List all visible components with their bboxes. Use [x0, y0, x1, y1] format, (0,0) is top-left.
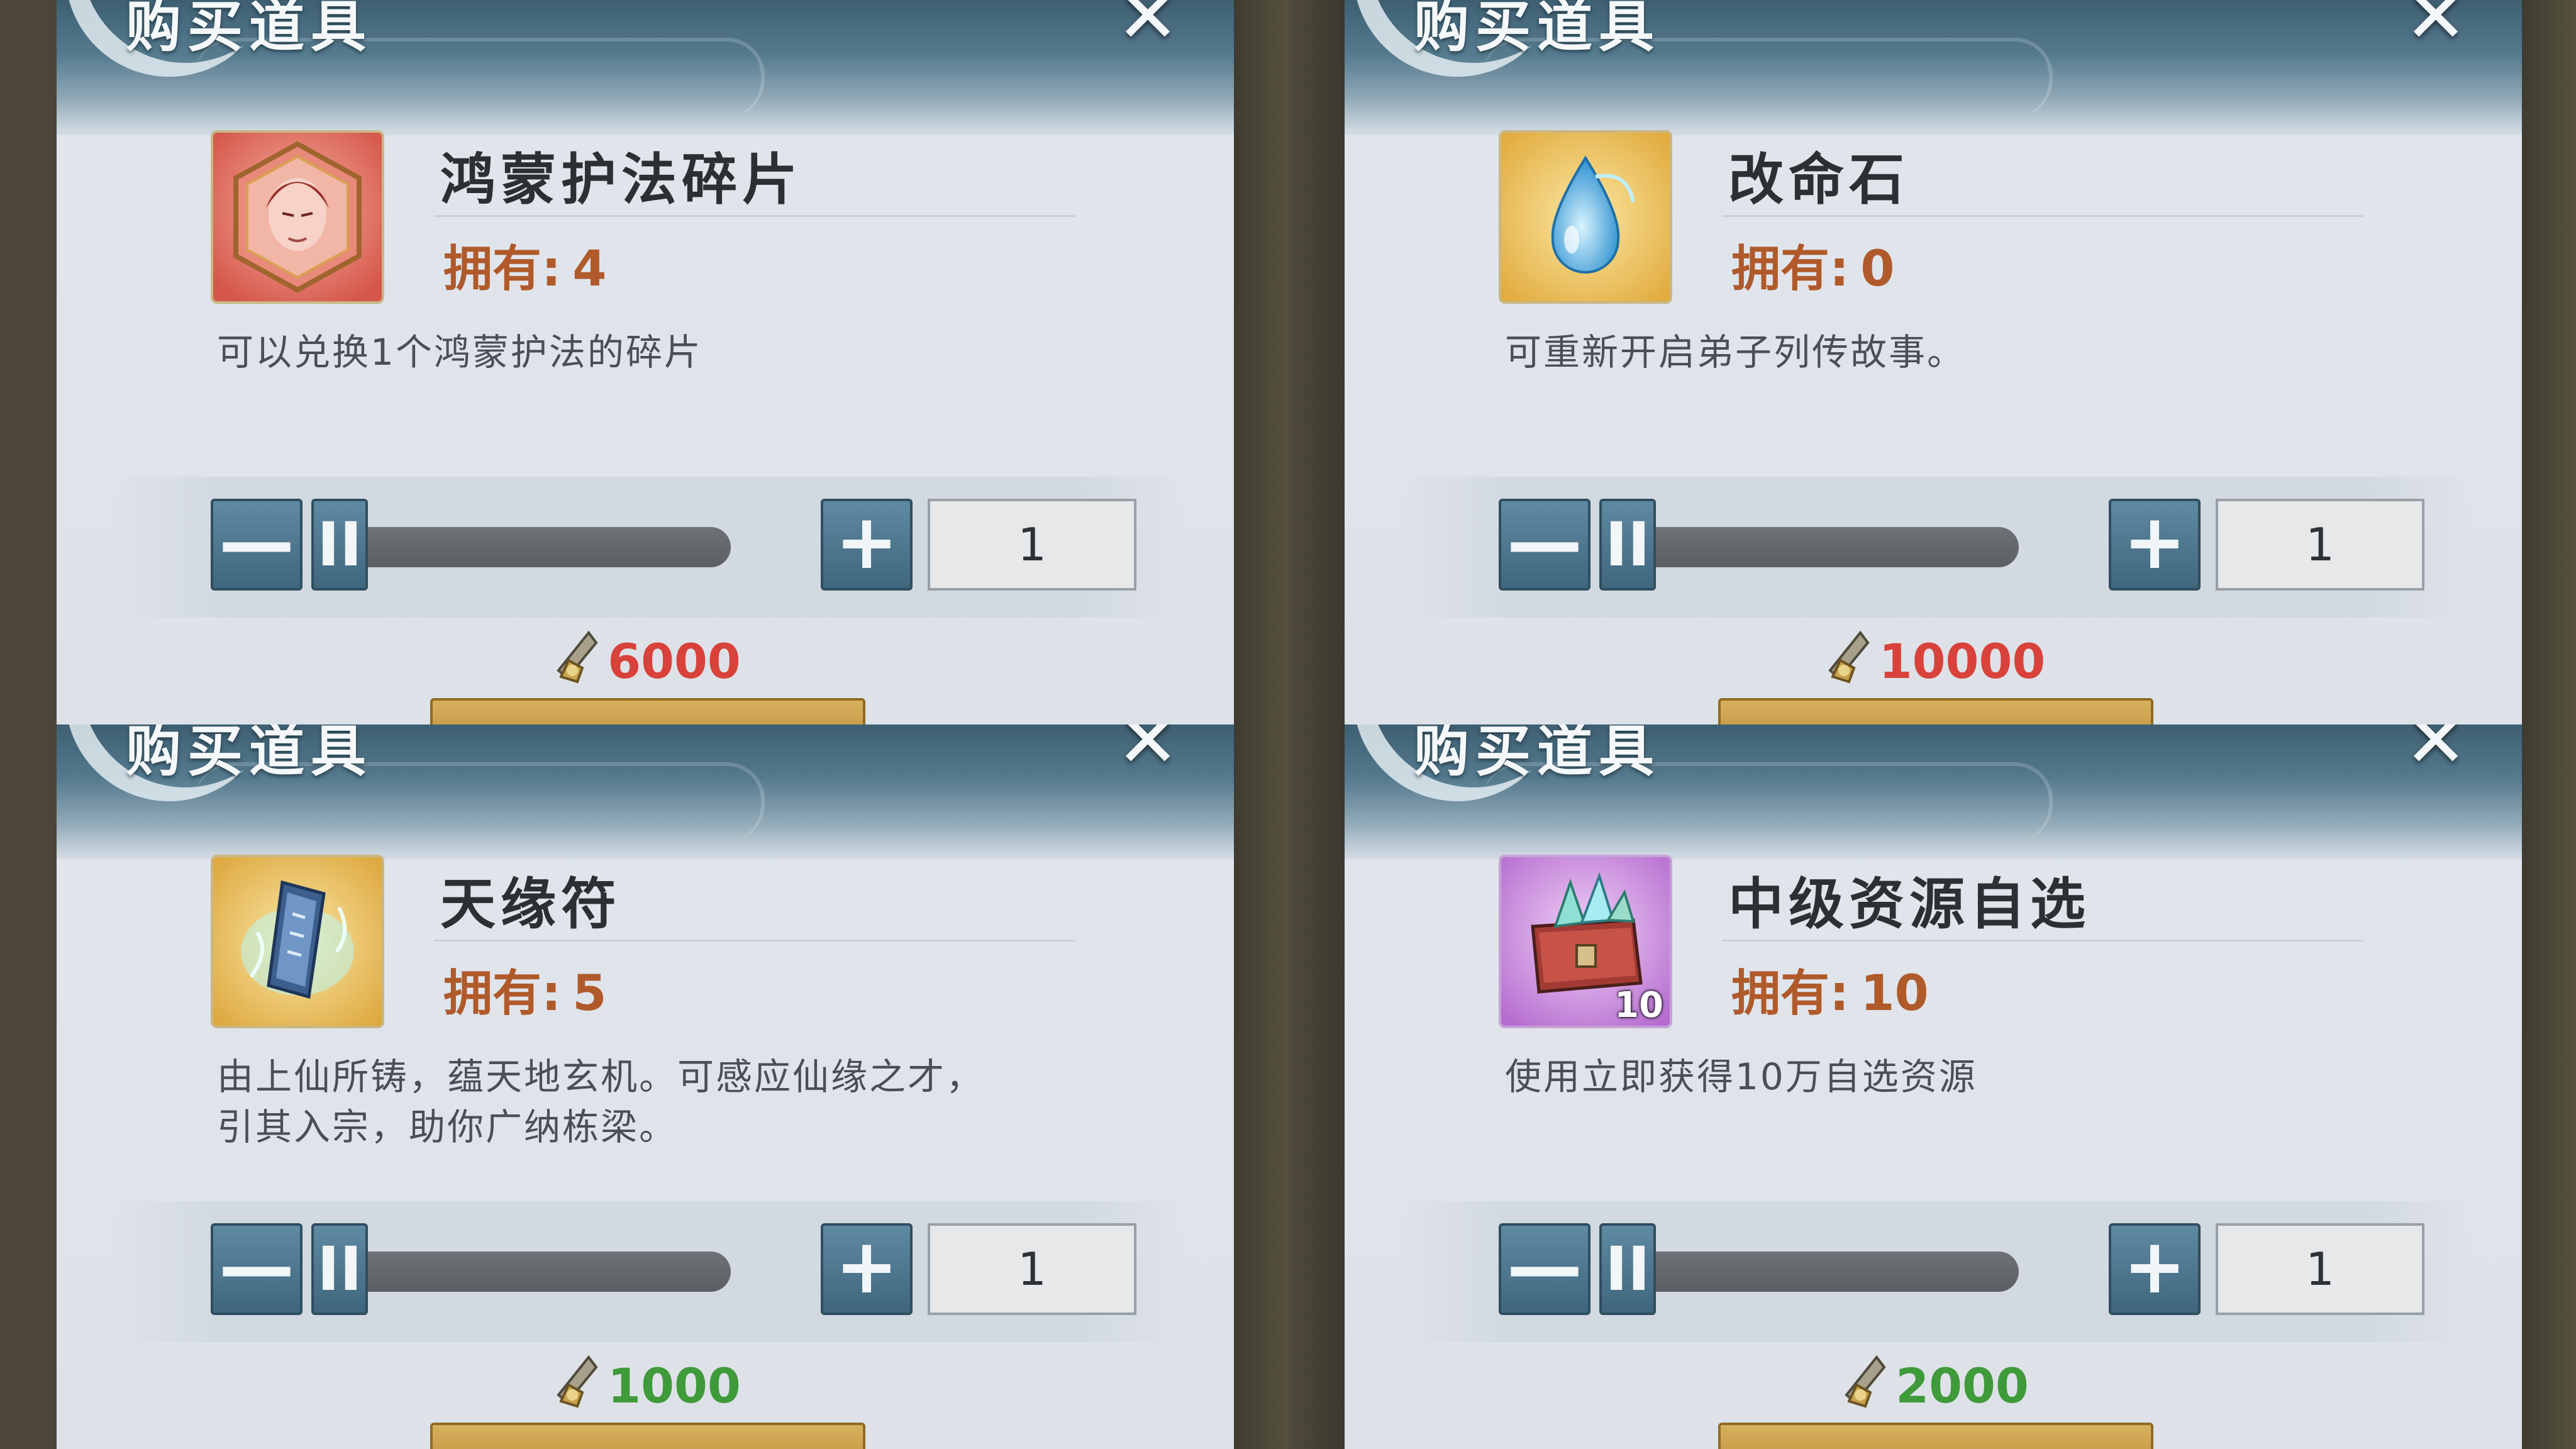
owned-count-row: 拥有: 10: [1731, 954, 1929, 1024]
quantity-selector: — II + 1: [1401, 1201, 2470, 1342]
owned-count: 0: [1860, 241, 1895, 297]
purchase-dialog-3: 购买道具 ✕ 天缘符 拥有: 5 由上仙所铸，蕴天地玄机。可感应仙缘之才， 引其…: [0, 724, 1288, 1449]
item-count-badge: 10: [1614, 985, 1663, 1026]
close-icon[interactable]: ✕: [2389, 724, 2483, 782]
quantity-slider-track[interactable]: [316, 527, 731, 567]
owned-count-row: 拥有: 0: [1731, 230, 1894, 300]
quantity-input[interactable]: 1: [928, 499, 1136, 591]
spirit-stone-coin-icon: [1838, 1353, 1888, 1425]
close-icon[interactable]: ✕: [1101, 0, 1195, 58]
quantity-selector: — II + 1: [113, 1201, 1182, 1342]
decrease-button[interactable]: —: [211, 1223, 303, 1315]
owned-label: 拥有:: [1731, 965, 1850, 1022]
dialog-header: 购买道具: [57, 0, 1234, 135]
item-description: 使用立即获得10万自选资源: [1505, 1055, 1977, 1098]
owned-label: 拥有:: [443, 965, 562, 1022]
item-name: 鸿蒙护法碎片: [440, 147, 803, 212]
dialog-title: 购买道具: [1414, 0, 1661, 59]
increase-button[interactable]: +: [821, 499, 913, 591]
price-value: 6000: [608, 633, 741, 689]
quantity-input[interactable]: 1: [2216, 499, 2424, 591]
quantity-slider-handle[interactable]: II: [311, 499, 368, 591]
divider: [1722, 940, 2363, 941]
purchase-dialog-1: 购买道具 ✕ 鸿蒙护法碎片 拥有: 4 可以兑换1个鸿蒙护法的碎片 — II +…: [0, 0, 1288, 724]
owned-count: 4: [572, 241, 607, 297]
close-icon[interactable]: ✕: [2389, 0, 2483, 58]
dialog-title: 购买道具: [126, 0, 373, 59]
increase-button[interactable]: +: [821, 1223, 913, 1315]
item-description: 由上仙所铸，蕴天地玄机。可感应仙缘之才， 引其入宗，助你广纳栋梁。: [217, 1052, 1097, 1152]
item-description: 可重新开启弟子列传故事。: [1505, 331, 1966, 374]
quantity-slider-handle[interactable]: II: [311, 1223, 368, 1315]
owned-count-row: 拥有: 5: [443, 954, 606, 1024]
spirit-stone-coin-icon: [550, 629, 600, 701]
decrease-button[interactable]: —: [1499, 499, 1591, 591]
guardian-portrait-icon: [211, 130, 384, 304]
price-value: 10000: [1879, 633, 2046, 689]
quantity-slider-handle[interactable]: II: [1599, 1223, 1656, 1315]
dialog-header: 购买道具: [1345, 0, 2522, 135]
item-name: 改命石: [1728, 147, 1910, 212]
price-row: 6000: [57, 629, 1234, 701]
buy-button[interactable]: [1718, 698, 2153, 724]
item-name: 中级资源自选: [1728, 872, 2091, 936]
quantity-input[interactable]: 1: [2216, 1223, 2424, 1315]
item-description: 可以兑换1个鸿蒙护法的碎片: [217, 331, 702, 374]
increase-button[interactable]: +: [2109, 1223, 2201, 1315]
decrease-button[interactable]: —: [1499, 1223, 1591, 1315]
owned-label: 拥有:: [443, 241, 562, 297]
owned-count: 10: [1860, 965, 1929, 1022]
price-value: 2000: [1896, 1358, 2029, 1414]
divider: [434, 215, 1075, 217]
decrease-button[interactable]: —: [211, 499, 303, 591]
dialog-panel: 购买道具 ✕ 10 中级资源自选 拥有: 10 使用立即获得10万自选资源 — …: [1345, 724, 2522, 1449]
purchase-dialog-2: 购买道具 ✕ 改命石 拥有: 0 可重新开启弟子列传故事。 — II + 1 1…: [1288, 0, 2576, 724]
dialog-panel: 购买道具 ✕ 天缘符 拥有: 5 由上仙所铸，蕴天地玄机。可感应仙缘之才， 引其…: [57, 724, 1234, 1449]
description-line: 引其入宗，助你广纳栋梁。: [217, 1106, 678, 1148]
item-name: 天缘符: [440, 872, 622, 936]
buy-button[interactable]: [430, 698, 865, 724]
price-row: 2000: [1345, 1353, 2522, 1425]
divider: [434, 940, 1075, 941]
treasure-chest-icon: 10: [1499, 855, 1672, 1028]
owned-count-row: 拥有: 4: [443, 230, 606, 300]
price-row: 10000: [1345, 629, 2522, 701]
dialog-title: 购买道具: [1414, 724, 1661, 784]
owned-count: 5: [572, 965, 607, 1022]
dialog-panel: 购买道具 ✕ 改命石 拥有: 0 可重新开启弟子列传故事。 — II + 1 1…: [1345, 0, 2522, 724]
blue-droplet-icon: [1499, 130, 1672, 304]
price-row: 1000: [57, 1353, 1234, 1425]
spirit-stone-coin-icon: [1821, 629, 1872, 701]
quantity-slider-track[interactable]: [1604, 527, 2019, 567]
buy-button[interactable]: [430, 1423, 865, 1449]
quantity-slider-track[interactable]: [1604, 1252, 2019, 1292]
close-icon[interactable]: ✕: [1101, 724, 1195, 782]
spirit-stone-coin-icon: [550, 1353, 600, 1425]
quantity-input[interactable]: 1: [928, 1223, 1136, 1315]
increase-button[interactable]: +: [2109, 499, 2201, 591]
dialog-header: 购买道具: [57, 724, 1234, 860]
description-line: 由上仙所铸，蕴天地玄机。可感应仙缘之才，: [217, 1055, 985, 1098]
owned-label: 拥有:: [1731, 241, 1850, 297]
buy-button[interactable]: [1718, 1423, 2153, 1449]
quantity-selector: — II + 1: [113, 477, 1182, 618]
price-value: 1000: [608, 1358, 741, 1414]
quantity-slider-track[interactable]: [316, 1252, 731, 1292]
quantity-slider-handle[interactable]: II: [1599, 499, 1656, 591]
dialog-panel: 购买道具 ✕ 鸿蒙护法碎片 拥有: 4 可以兑换1个鸿蒙护法的碎片 — II +…: [57, 0, 1234, 724]
dialog-header: 购买道具: [1345, 724, 2522, 860]
purchase-dialog-4: 购买道具 ✕ 10 中级资源自选 拥有: 10 使用立即获得10万自选资源 — …: [1288, 724, 2576, 1449]
quantity-selector: — II + 1: [1401, 477, 2470, 618]
divider: [1722, 215, 2363, 217]
talisman-icon: [211, 855, 384, 1028]
dialog-title: 购买道具: [126, 724, 373, 784]
